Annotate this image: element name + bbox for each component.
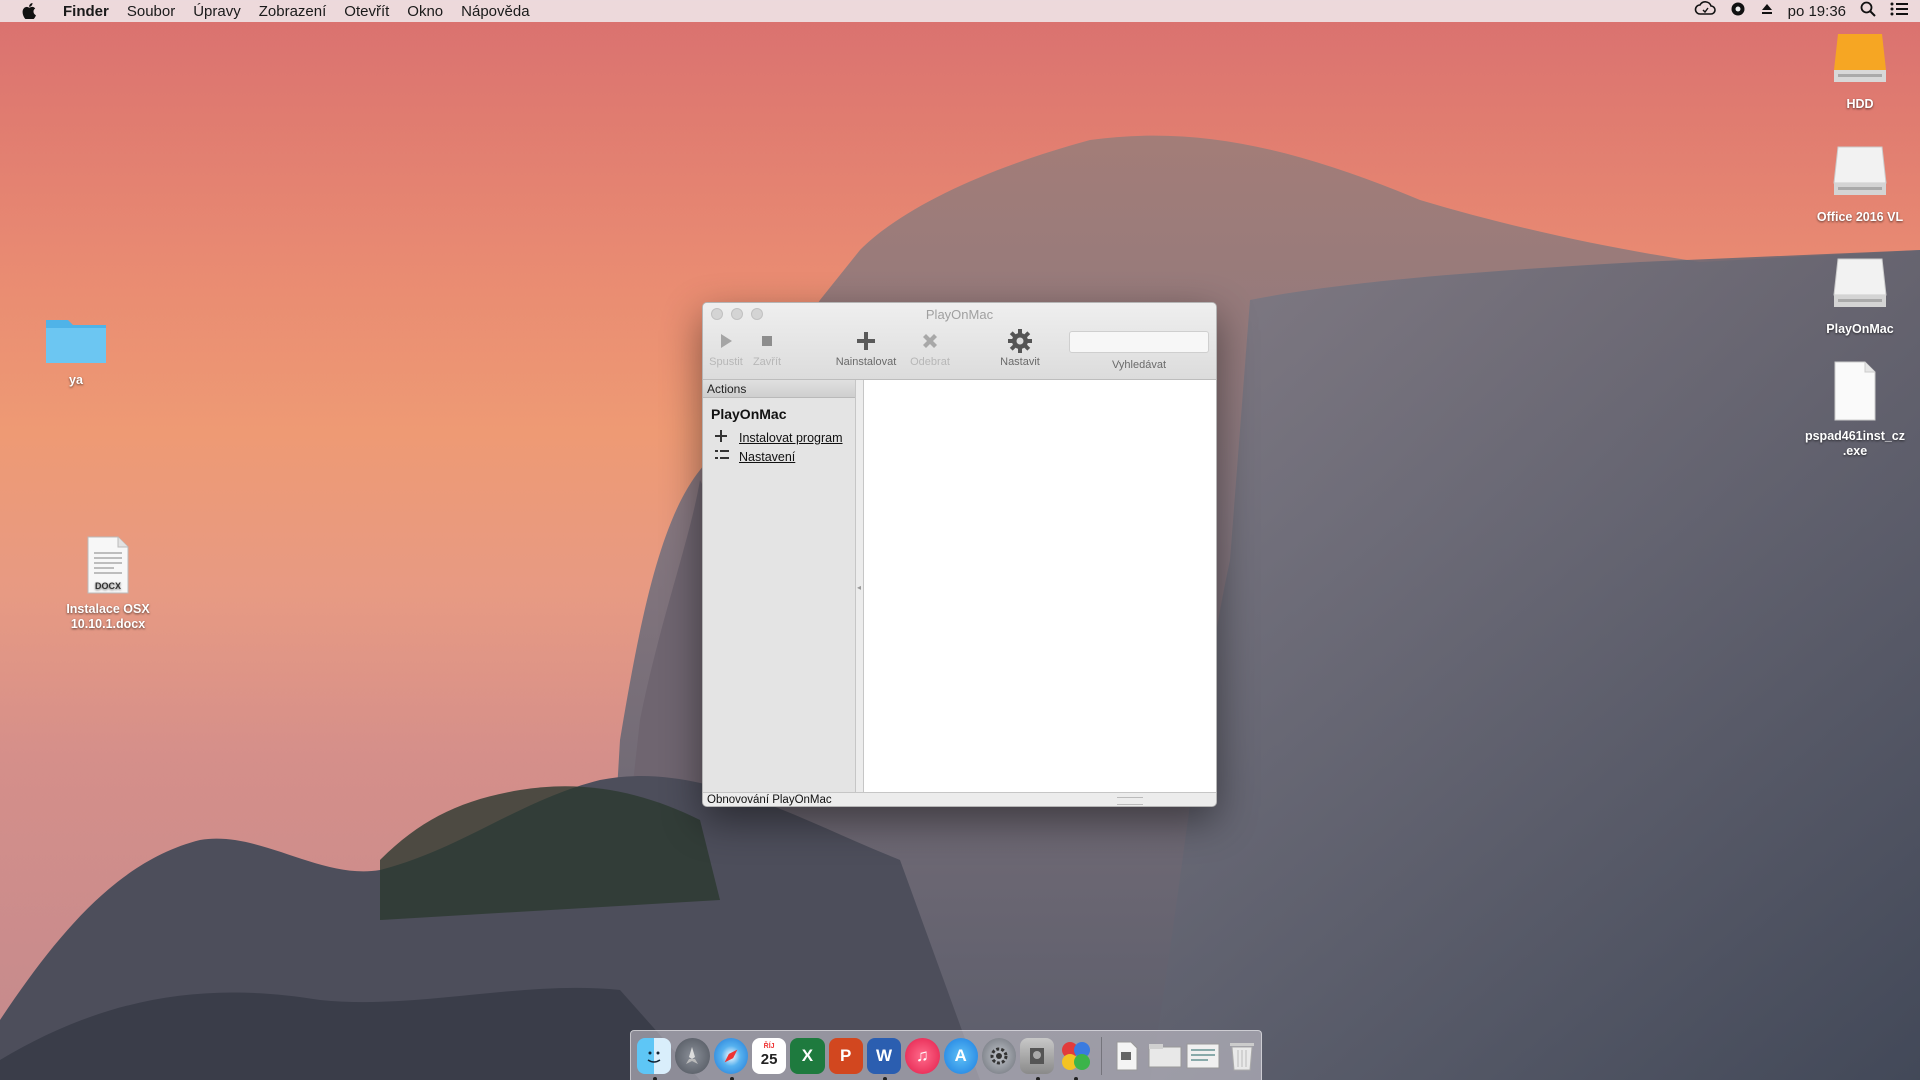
menu-go[interactable]: Otevřít	[335, 3, 398, 20]
menu-edit[interactable]: Úpravy	[184, 3, 250, 20]
programs-list[interactable]	[863, 380, 1216, 792]
plus-icon	[715, 430, 733, 445]
install-program-link[interactable]: Instalovat program	[739, 431, 843, 445]
running-indicator	[1074, 1076, 1079, 1080]
word-icon[interactable]: W	[866, 1037, 902, 1080]
powerpoint-icon[interactable]: P	[828, 1037, 863, 1074]
sidebar-action-settings[interactable]: Nastavení	[715, 449, 855, 464]
actions-sidebar: Actions PlayOnMac Instalovat program Nas…	[703, 380, 856, 792]
settings-link[interactable]: Nastavení	[739, 450, 795, 464]
dock-separator	[1100, 1036, 1102, 1075]
docx-document-icon: DOCX	[87, 536, 129, 594]
sidebar-header: Actions	[703, 380, 855, 398]
desktop-icon-label: PlayOnMac	[1826, 322, 1894, 336]
stop-button[interactable]: Zavřít	[747, 328, 787, 368]
plus-icon	[857, 332, 875, 350]
gear-status-icon[interactable]	[1730, 1, 1746, 21]
play-icon	[721, 334, 732, 348]
desktop-icon-label: Office 2016 VL	[1816, 210, 1904, 224]
playonmac-icon[interactable]	[1058, 1038, 1092, 1080]
search-input[interactable]	[1069, 331, 1209, 353]
eject-icon[interactable]	[1760, 2, 1774, 20]
safari-icon[interactable]	[713, 1037, 748, 1080]
run-label: Spustit	[709, 356, 743, 368]
disk-utility-icon[interactable]	[1020, 1037, 1055, 1080]
status-bar: Obnovování PlayOnMac	[703, 792, 1216, 806]
configure-button[interactable]: Nastavit	[993, 328, 1047, 368]
status-text: Obnovování PlayOnMac	[707, 794, 832, 806]
system-preferences-icon[interactable]	[981, 1037, 1017, 1074]
menu-bar: Finder Soubor Úpravy Zobrazení Otevřít O…	[0, 0, 1920, 22]
menu-window[interactable]: Okno	[398, 3, 452, 20]
finder-icon[interactable]	[637, 1037, 672, 1080]
configure-label: Nastavit	[1000, 356, 1040, 368]
running-indicator	[653, 1076, 657, 1080]
menu-help[interactable]: Nápověda	[452, 3, 538, 20]
menu-file[interactable]: Soubor	[118, 3, 184, 20]
install-label: Nainstalovat	[835, 356, 897, 368]
desktop-drive-hdd[interactable]: HDD	[1805, 30, 1915, 112]
dock: ŘÍJ 25 X P W ♫ A	[630, 1030, 1262, 1080]
disk-image-icon	[1833, 258, 1887, 307]
running-indicator	[1036, 1076, 1041, 1080]
menu-view[interactable]: Zobrazení	[250, 3, 336, 20]
run-button[interactable]: Spustit	[705, 328, 747, 368]
sidebar-action-install[interactable]: Instalovat program	[715, 430, 855, 445]
install-button[interactable]: Nainstalovat	[831, 328, 901, 368]
apple-menu-icon[interactable]	[18, 0, 40, 22]
stop-label: Zavřít	[752, 356, 782, 368]
desktop-icon-label: ya	[69, 373, 83, 387]
folder-stack-icon[interactable]	[1148, 1038, 1182, 1074]
window-title: PlayOnMac	[925, 307, 994, 322]
trash-icon[interactable]	[1225, 1038, 1259, 1074]
calendar-month: ŘÍJ	[763, 1042, 775, 1050]
calendar-day: 25	[760, 1050, 778, 1068]
itunes-icon[interactable]: ♫	[905, 1037, 940, 1074]
list-icon	[715, 449, 733, 464]
desktop-file-exe[interactable]: pspad461inst_cz .exe	[1800, 360, 1910, 459]
folder-icon	[46, 320, 106, 363]
downloads-stack-icon[interactable]	[1186, 1038, 1220, 1074]
gear-icon	[1008, 329, 1032, 353]
hard-drive-icon	[1834, 34, 1886, 82]
remove-label: Odebrat	[910, 356, 950, 368]
app-store-icon[interactable]: A	[943, 1037, 978, 1074]
desktop-file-docx[interactable]: DOCX Instalace OSX 10.10.1.docx	[53, 535, 163, 632]
window-titlebar[interactable]: PlayOnMac Spustit Zavřít Nainstalovat Od…	[703, 303, 1216, 380]
resize-grip[interactable]	[1117, 797, 1143, 805]
desktop-folder-ya[interactable]: ya	[21, 312, 131, 388]
running-indicator	[729, 1076, 734, 1080]
splitter-handle[interactable]: ◂	[857, 583, 862, 593]
remove-button[interactable]: Odebrat	[905, 328, 955, 368]
desktop-icon-label: Instalace OSX 10.10.1.docx	[66, 602, 150, 631]
document-stack-icon[interactable]	[1110, 1038, 1144, 1074]
sidebar-section-title: PlayOnMac	[711, 406, 787, 422]
remove-x-icon	[923, 334, 937, 348]
desktop-icon-label: HDD	[1846, 97, 1874, 111]
generic-file-icon	[1834, 361, 1876, 421]
disk-image-icon	[1833, 146, 1887, 195]
running-indicator	[882, 1076, 887, 1080]
desktop-drive-playonmac[interactable]: PlayOnMac	[1805, 255, 1915, 337]
cloud-sync-icon[interactable]	[1694, 1, 1716, 21]
spotlight-search-icon[interactable]	[1860, 1, 1876, 21]
menu-clock[interactable]: po 19:36	[1788, 3, 1846, 20]
launchpad-icon[interactable]	[675, 1037, 710, 1074]
desktop-drive-office[interactable]: Office 2016 VL	[1805, 143, 1915, 225]
search-label: Vyhledávat	[1111, 359, 1167, 371]
playonmac-window: PlayOnMac Spustit Zavřít Nainstalovat Od…	[702, 302, 1217, 807]
menu-app-name[interactable]: Finder	[54, 3, 118, 20]
excel-icon[interactable]: X	[790, 1037, 825, 1074]
calendar-icon[interactable]: ŘÍJ 25	[751, 1037, 787, 1074]
stop-icon	[762, 336, 772, 346]
desktop-icon-label: pspad461inst_cz .exe	[1804, 429, 1906, 458]
notification-center-icon[interactable]	[1890, 2, 1908, 20]
docx-badge: DOCX	[95, 581, 121, 591]
